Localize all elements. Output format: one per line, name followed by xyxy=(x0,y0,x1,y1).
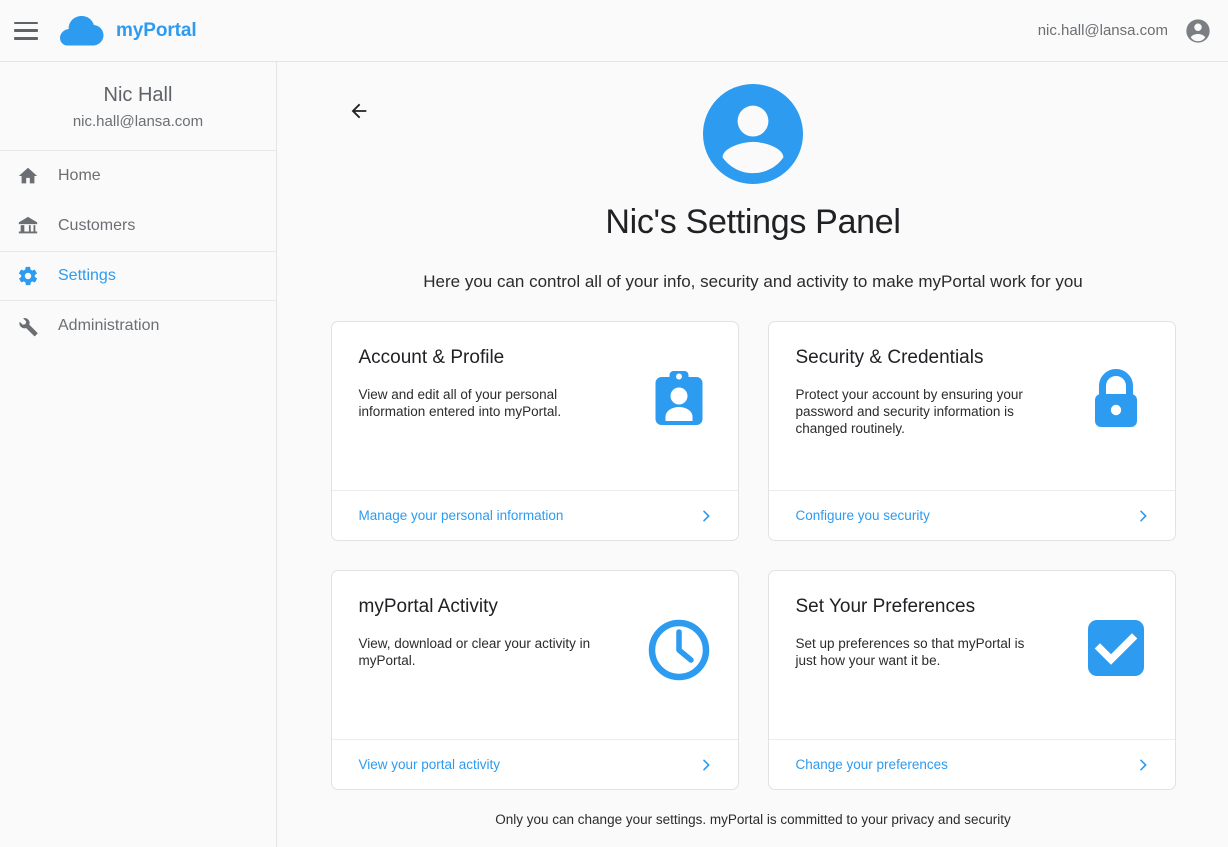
card-footer-link-activity[interactable]: View your portal activity xyxy=(331,739,738,789)
privacy-footnote: Only you can change your settings. myPor… xyxy=(495,812,1011,827)
hamburger-icon[interactable] xyxy=(14,21,38,40)
card-link-label: Configure you security xyxy=(795,508,930,523)
settings-card-grid: Account & Profile View and edit all of y… xyxy=(330,321,1176,790)
card-account-profile[interactable]: Account & Profile View and edit all of y… xyxy=(330,321,739,541)
cloud-icon xyxy=(60,15,104,45)
account-circle-icon xyxy=(703,84,803,184)
card-title: myPortal Activity xyxy=(358,596,498,617)
hamburger-bar xyxy=(14,29,38,32)
card-description: Protect your account by ensuring your pa… xyxy=(795,387,1023,436)
card-link-label: Change your preferences xyxy=(795,757,948,772)
sidebar-item-administration[interactable]: Administration xyxy=(0,301,276,351)
card-footer-link-security[interactable]: Configure you security xyxy=(768,490,1175,540)
lock-icon xyxy=(1083,347,1149,490)
card-security-credentials[interactable]: Security & Credentials Protect your acco… xyxy=(767,321,1176,541)
page-title: Nic's Settings Panel xyxy=(605,203,901,241)
top-app-bar: myPortal nic.hall@lansa.com xyxy=(0,0,1228,62)
sidebar-item-customers[interactable]: Customers xyxy=(0,201,276,251)
card-footer-link-preferences[interactable]: Change your preferences xyxy=(768,739,1175,789)
sidebar-item-settings[interactable]: Settings xyxy=(0,251,276,301)
card-body: Security & Credentials Protect your acco… xyxy=(769,322,1175,490)
sidebar-profile: Nic Hall nic.hall@lansa.com xyxy=(0,62,276,151)
card-description: View, download or clear your activity in… xyxy=(358,636,591,668)
card-text: Set Your Preferences Set up preferences … xyxy=(796,596,1046,739)
wrench-icon xyxy=(16,314,40,338)
home-icon xyxy=(16,164,40,188)
main-content: Nic's Settings Panel Here you can contro… xyxy=(278,62,1228,847)
page-subtitle: Here you can control all of your info, s… xyxy=(423,272,1083,291)
card-text: Account & Profile View and edit all of y… xyxy=(359,347,609,490)
gear-icon xyxy=(16,264,40,288)
card-body: Set Your Preferences Set up preferences … xyxy=(769,571,1175,739)
sidebar-item-label: Customers xyxy=(58,217,136,234)
sidebar: Nic Hall nic.hall@lansa.com Home Custome… xyxy=(0,62,277,847)
sidebar-item-label: Settings xyxy=(58,267,116,284)
hamburger-bar xyxy=(14,36,38,40)
hamburger-bar xyxy=(14,21,38,25)
card-link-label: View your portal activity xyxy=(358,757,501,772)
card-title: Set Your Preferences xyxy=(795,596,976,617)
topbar-user-email: nic.hall@lansa.com xyxy=(1037,22,1168,39)
sidebar-user-name: Nic Hall xyxy=(103,84,173,106)
arrow-left-icon[interactable] xyxy=(346,100,372,122)
settings-hero: Nic's Settings Panel Here you can contro… xyxy=(278,62,1228,292)
card-link-label: Manage your personal information xyxy=(358,508,564,523)
card-body: myPortal Activity View, download or clea… xyxy=(332,571,738,739)
card-set-your-preferences[interactable]: Set Your Preferences Set up preferences … xyxy=(767,570,1176,790)
card-title: Account & Profile xyxy=(358,347,505,368)
sidebar-item-label: Home xyxy=(58,167,101,184)
topbar-user-area: nic.hall@lansa.com xyxy=(1038,17,1212,45)
account-circle-icon[interactable] xyxy=(1184,17,1212,45)
clock-icon xyxy=(646,596,712,739)
card-title: Security & Credentials xyxy=(795,347,984,368)
sidebar-item-home[interactable]: Home xyxy=(0,151,276,201)
sidebar-item-label: Administration xyxy=(58,317,160,334)
card-text: myPortal Activity View, download or clea… xyxy=(359,596,609,739)
chevron-right-icon[interactable] xyxy=(698,505,714,527)
id-badge-icon xyxy=(646,347,712,490)
card-myportal-activity[interactable]: myPortal Activity View, download or clea… xyxy=(330,570,739,790)
chevron-right-icon[interactable] xyxy=(1135,754,1151,776)
brand-title: myPortal xyxy=(116,19,197,41)
chevron-right-icon[interactable] xyxy=(1135,505,1151,527)
card-description: Set up preferences so that myPortal is j… xyxy=(795,636,1025,668)
checkbox-checked-icon xyxy=(1083,596,1149,739)
bank-icon xyxy=(16,214,40,238)
card-body: Account & Profile View and edit all of y… xyxy=(332,322,738,490)
sidebar-user-email: nic.hall@lansa.com xyxy=(72,113,204,130)
card-description: View and edit all of your personal infor… xyxy=(358,387,562,419)
card-text: Security & Credentials Protect your acco… xyxy=(796,347,1046,490)
card-footer-link-account-profile[interactable]: Manage your personal information xyxy=(331,490,738,540)
chevron-right-icon[interactable] xyxy=(698,754,714,776)
